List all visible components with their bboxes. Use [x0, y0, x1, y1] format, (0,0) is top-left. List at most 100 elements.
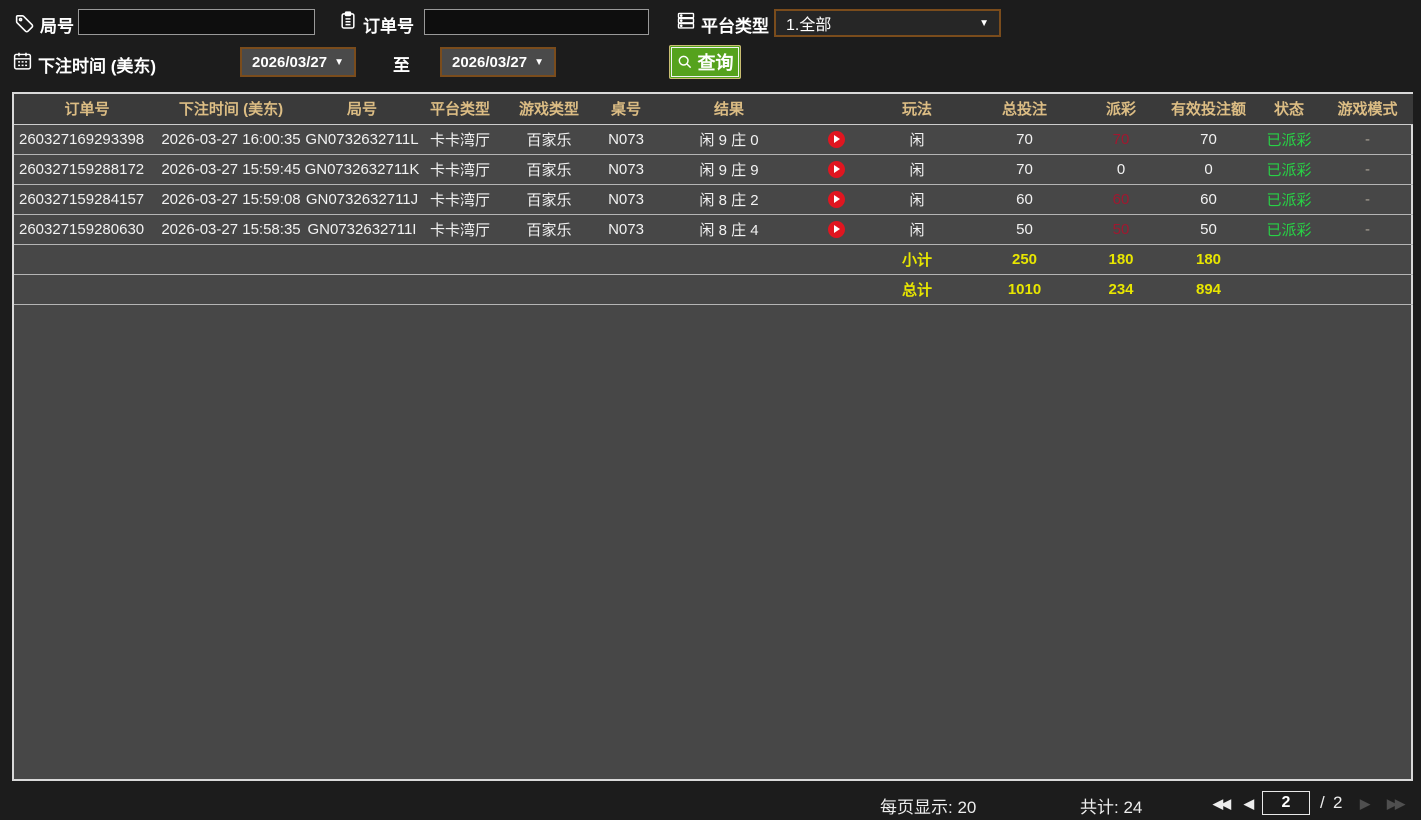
column-header-game-type: 游戏类型	[498, 94, 600, 125]
date-from-value: 2026/03/27	[252, 53, 328, 71]
bet-records-table: 订单号 下注时间 (美东) 局号 平台类型 游戏类型 桌号 结果 玩法 总投注 …	[12, 92, 1413, 781]
round-number-input[interactable]	[78, 9, 315, 35]
column-header-payout: 派彩	[1081, 94, 1161, 125]
play-video-button[interactable]	[827, 130, 845, 148]
play-video-button[interactable]	[827, 220, 845, 238]
game-type-cell: 百家乐	[498, 124, 600, 155]
table-no-cell: N073	[600, 124, 652, 155]
per-page-value: 20	[957, 798, 977, 817]
tag-icon	[14, 13, 35, 34]
play-icon	[834, 195, 840, 204]
page-number-input[interactable]	[1262, 791, 1310, 815]
spacer-cell	[14, 244, 866, 275]
total-count-value: 24	[1123, 798, 1143, 817]
play-method-cell: 闲	[866, 184, 968, 215]
valid-bet-cell: 0	[1161, 154, 1256, 185]
payout-cell: 0	[1081, 154, 1161, 185]
status-badge: 已派彩	[1256, 124, 1322, 155]
table-row: 260327159280630 2026-03-27 15:58:35 GN07…	[14, 214, 1413, 245]
date-to-select[interactable]: 2026/03/27 ▼	[440, 47, 556, 77]
platform-type-label: 平台类型	[701, 17, 769, 36]
column-header-bet-time: 下注时间 (美东)	[160, 94, 302, 125]
total-count-label: 共计:	[1080, 798, 1119, 817]
platform-type-select[interactable]: 1.全部 ▼	[774, 9, 1001, 37]
calendar-icon	[12, 50, 33, 72]
game-mode-cell: -	[1322, 154, 1413, 185]
column-header-total-bet: 总投注	[968, 94, 1081, 125]
column-header-round-id: 局号	[302, 94, 422, 125]
bet-time-cell: 2026-03-27 15:59:45	[160, 154, 302, 185]
platform-cell: 卡卡湾厅	[422, 214, 498, 245]
platform-cell: 卡卡湾厅	[422, 184, 498, 215]
play-method-cell: 闲	[866, 214, 968, 245]
column-header-status: 状态	[1256, 94, 1322, 125]
play-video-button[interactable]	[827, 160, 845, 178]
last-page-button[interactable]: ▶▶	[1387, 796, 1405, 812]
play-icon	[834, 165, 840, 174]
column-header-play-method: 玩法	[866, 94, 968, 125]
column-header-order-id: 订单号	[14, 94, 160, 125]
order-id-cell: 260327159280630	[14, 214, 160, 245]
order-number-input[interactable]	[424, 9, 649, 35]
total-bet-cell: 50	[968, 214, 1081, 245]
result-cell: 闲 9 庄 0	[652, 124, 806, 155]
game-type-cell: 百家乐	[498, 184, 600, 215]
table-no-cell: N073	[600, 154, 652, 185]
grand-total-total-bet: 1010	[968, 274, 1081, 305]
subtotal-label: 小计	[866, 244, 968, 275]
bet-time-cell: 2026-03-27 15:58:35	[160, 214, 302, 245]
first-page-button[interactable]: ◀◀	[1213, 796, 1231, 812]
next-page-button[interactable]: ▶	[1360, 796, 1370, 812]
payout-cell: 70	[1081, 124, 1161, 155]
spacer-cell	[14, 274, 866, 305]
prev-page-button[interactable]: ◀	[1244, 796, 1254, 812]
round-id-cell: GN0732632711L	[302, 124, 422, 155]
valid-bet-cell: 70	[1161, 124, 1256, 155]
valid-bet-cell: 50	[1161, 214, 1256, 245]
total-count-text: 共计: 24	[1080, 793, 1142, 818]
column-header-table-no: 桌号	[600, 94, 652, 125]
search-button-label: 查询	[697, 53, 734, 73]
column-header-valid-bet: 有效投注额	[1161, 94, 1256, 125]
game-type-cell: 百家乐	[498, 214, 600, 245]
play-video-button[interactable]	[827, 190, 845, 208]
result-cell: 闲 8 庄 2	[652, 184, 806, 215]
date-from-select[interactable]: 2026/03/27 ▼	[240, 47, 356, 77]
platform-cell: 卡卡湾厅	[422, 124, 498, 155]
play-method-cell: 闲	[866, 124, 968, 155]
spacer-cell	[1322, 244, 1413, 275]
grand-total-label: 总计	[866, 274, 968, 305]
game-mode-cell: -	[1322, 214, 1413, 245]
table-row: 260327159284157 2026-03-27 15:59:08 GN07…	[14, 184, 1413, 215]
total-bet-cell: 70	[968, 124, 1081, 155]
platform-cell: 卡卡湾厅	[422, 154, 498, 185]
payout-cell: 60	[1081, 184, 1161, 215]
table-no-cell: N073	[600, 184, 652, 215]
chevron-down-icon: ▼	[979, 17, 989, 29]
total-bet-cell: 60	[968, 184, 1081, 215]
chevron-down-icon: ▼	[334, 56, 344, 68]
bet-time-cell: 2026-03-27 16:00:35	[160, 124, 302, 155]
grand-total-payout: 234	[1081, 274, 1161, 305]
result-cell: 闲 8 庄 4	[652, 214, 806, 245]
clipboard-icon	[338, 10, 358, 31]
page-separator: /	[1320, 793, 1325, 812]
column-header-game-mode: 游戏模式	[1322, 94, 1413, 125]
total-pages: 2	[1333, 793, 1343, 812]
order-id-cell: 260327169293398	[14, 124, 160, 155]
order-id-cell: 260327159284157	[14, 184, 160, 215]
bet-time-cell: 2026-03-27 15:59:08	[160, 184, 302, 215]
valid-bet-cell: 60	[1161, 184, 1256, 215]
play-method-cell: 闲	[866, 154, 968, 185]
grand-total-valid-bet: 894	[1161, 274, 1256, 305]
per-page-label: 每页显示:	[880, 798, 953, 817]
table-row: 260327169293398 2026-03-27 16:00:35 GN07…	[14, 124, 1413, 155]
search-button[interactable]: 查询	[669, 45, 741, 79]
date-to-value: 2026/03/27	[452, 53, 528, 71]
subtotal-valid-bet: 180	[1161, 244, 1256, 275]
per-page-text: 每页显示: 20	[880, 793, 976, 818]
spacer-cell	[1256, 274, 1322, 305]
game-mode-cell: -	[1322, 184, 1413, 215]
date-to-connector-label: 至	[393, 56, 410, 75]
column-header-play	[806, 94, 866, 125]
